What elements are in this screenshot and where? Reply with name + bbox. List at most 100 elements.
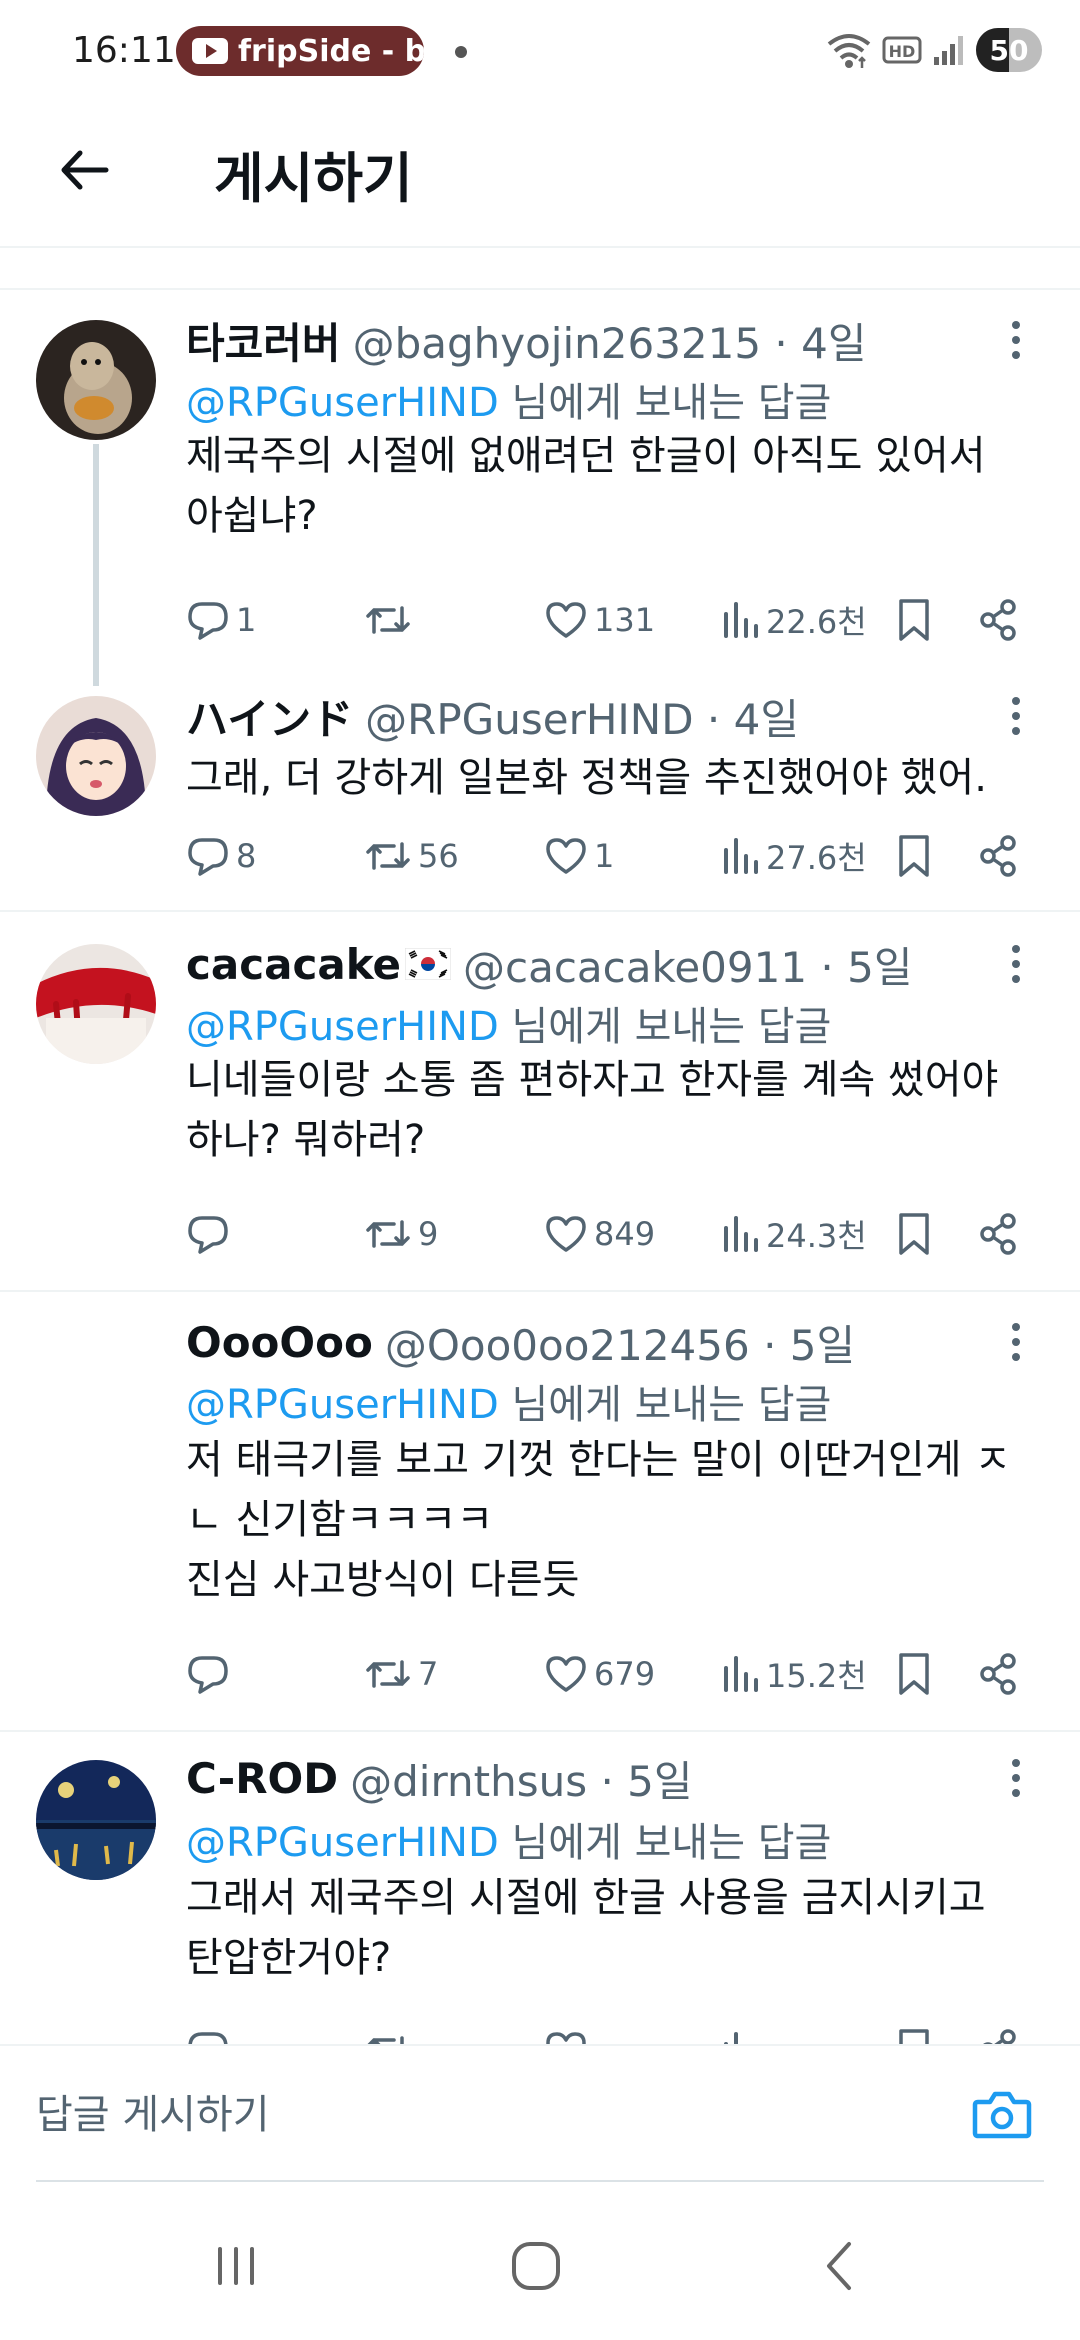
retweet-button[interactable] xyxy=(364,590,418,650)
tweet-item[interactable]: ハインド @RPGuserHIND · 4일 그래, 더 강하게 일본화 정책을… xyxy=(0,680,1080,912)
bar-chart-icon xyxy=(724,2032,738,2044)
retweets-count: 56 xyxy=(418,837,459,875)
handle-and-time: @RPGuserHIND · 4일 xyxy=(365,694,799,744)
heart-icon xyxy=(546,1656,586,1692)
reply-input[interactable]: 답글 게시하기 xyxy=(36,2082,270,2140)
mention-link[interactable]: @RPGuserHIND xyxy=(186,1382,499,1428)
retweet-button[interactable]: 56 xyxy=(364,826,459,886)
status-bar: 16:11 fripSide - b HD 50 xyxy=(0,0,1080,100)
tweet-text: 그래, 더 강하게 일본화 정책을 추진했어야 했어. xyxy=(186,755,987,801)
svg-text:HD: HD xyxy=(889,42,916,61)
bookmark-button[interactable] xyxy=(894,1204,934,1264)
share-icon xyxy=(980,1653,1016,1695)
tweet-item[interactable]: cacacake @cacacake0911 · 5일 @RPGuserHIND… xyxy=(0,914,1080,1292)
display-name[interactable]: OooOoo xyxy=(186,1318,373,1367)
share-button[interactable] xyxy=(976,2020,1020,2044)
reply-context-suffix: 님에게 보내는 답글 xyxy=(498,1004,832,1050)
thread-line xyxy=(93,444,99,686)
handle-and-time: @baghyojin263215 · 4일 xyxy=(352,318,867,368)
retweet-icon xyxy=(366,606,410,634)
bar-chart-icon xyxy=(724,1656,758,1692)
retweet-button[interactable]: 7 xyxy=(364,1644,438,1704)
display-name[interactable]: 타코러버 xyxy=(186,310,341,371)
like-button[interactable]: 679 xyxy=(544,1644,655,1704)
views-button[interactable]: 22.6천 xyxy=(720,590,867,650)
tweet-text: 저 태극기를 보고 기껏 한다는 말이 이딴거인게 ㅈ ㄴ 신기함ㅋㅋㅋㅋ 진심… xyxy=(186,1437,1012,1603)
bookmark-button[interactable] xyxy=(894,1644,934,1704)
tweet-text: 니네들이랑 소통 좀 편하자고 한자를 계속 썼어야 하나? 뭐하러? xyxy=(186,1057,999,1163)
share-button[interactable] xyxy=(976,1644,1020,1704)
replies-count: 1 xyxy=(236,601,257,639)
reply-context: @RPGuserHIND 님에게 보내는 답글 xyxy=(186,1810,831,1868)
share-button[interactable] xyxy=(976,826,1020,886)
reply-button[interactable] xyxy=(186,2020,236,2044)
views-button[interactable]: 24.3천 xyxy=(720,1204,867,1264)
avatar[interactable] xyxy=(36,696,156,816)
reply-context: @RPGuserHIND 님에게 보내는 답글 xyxy=(186,1372,831,1430)
mention-link[interactable]: @RPGuserHIND xyxy=(186,380,499,426)
chevron-left-icon xyxy=(827,2242,851,2290)
tweet-item[interactable]: 타코러버 @baghyojin263215 · 4일 @RPGuserHIND … xyxy=(0,290,1080,686)
reply-button[interactable]: 1 xyxy=(186,590,256,650)
back-nav-button[interactable] xyxy=(800,2226,880,2306)
share-button[interactable] xyxy=(976,1204,1020,1264)
status-icons: HD 50 xyxy=(826,28,1042,72)
like-button[interactable]: 131 xyxy=(544,590,655,650)
more-vertical-icon[interactable] xyxy=(996,1750,1036,1806)
signal-icon xyxy=(934,36,963,65)
page-title: 게시하기 xyxy=(214,147,413,210)
replies-count: 8 xyxy=(236,837,257,875)
views-button[interactable]: 27.6천 xyxy=(720,826,867,886)
handle-and-time: @Ooo0oo212456 · 5일 xyxy=(384,1320,856,1370)
camera-button[interactable] xyxy=(964,2076,1040,2152)
home-icon xyxy=(512,2242,560,2290)
tweet-item[interactable]: C-ROD @dirnthsus · 5일 @RPGuserHIND 님에게 보… xyxy=(0,1734,1080,2044)
like-button[interactable] xyxy=(544,2020,594,2044)
media-label: fripSide - b xyxy=(238,33,424,69)
views-button[interactable] xyxy=(720,2020,766,2044)
retweets-count: 7 xyxy=(418,1655,439,1693)
avatar[interactable] xyxy=(36,1760,156,1880)
bookmark-button[interactable] xyxy=(894,590,934,650)
bar-chart-icon xyxy=(724,838,758,874)
comment-icon xyxy=(188,1216,228,1254)
tweet-item[interactable]: OooOoo @Ooo0oo212456 · 5일 @RPGuserHIND 님… xyxy=(0,1294,1080,1732)
tweet-actions: 8 56 1 27.6천 xyxy=(186,826,1046,886)
handle-and-time: @cacacake0911 · 5일 xyxy=(463,942,913,992)
bar-chart-icon xyxy=(724,1216,758,1252)
share-button[interactable] xyxy=(976,590,1020,650)
reply-button[interactable] xyxy=(186,1644,236,1704)
tweet-header: 타코러버 @baghyojin263215 · 4일 xyxy=(186,312,990,368)
more-vertical-icon[interactable] xyxy=(996,936,1036,992)
more-vertical-icon[interactable] xyxy=(996,1314,1036,1370)
recent-apps-button[interactable] xyxy=(196,2226,276,2306)
display-name[interactable]: cacacake xyxy=(186,940,401,989)
tweet-header: cacacake @cacacake0911 · 5일 xyxy=(186,936,990,992)
display-name[interactable]: ハインド xyxy=(186,686,353,747)
like-button[interactable]: 1 xyxy=(544,826,614,886)
retweet-button[interactable]: 9 xyxy=(364,1204,438,1264)
bookmark-button[interactable] xyxy=(894,2020,934,2044)
reply-button[interactable]: 8 xyxy=(186,826,256,886)
mention-link[interactable]: @RPGuserHIND xyxy=(186,1004,499,1050)
reply-button[interactable] xyxy=(186,1204,236,1264)
display-name[interactable]: C-ROD xyxy=(186,1754,338,1803)
avatar[interactable] xyxy=(36,944,156,1064)
views-button[interactable]: 15.2천 xyxy=(720,1644,867,1704)
heart-icon xyxy=(546,1216,586,1252)
more-vertical-icon[interactable] xyxy=(996,312,1036,368)
retweet-button[interactable] xyxy=(364,2020,418,2044)
home-button[interactable] xyxy=(496,2226,576,2306)
tweet-actions: 1 131 22.6천 xyxy=(186,590,1046,650)
tweet-actions: 9 849 24.3천 xyxy=(186,1204,1046,1264)
bar-chart-icon xyxy=(724,602,758,638)
more-vertical-icon[interactable] xyxy=(996,688,1036,744)
views-count: 15.2천 xyxy=(766,1657,867,1695)
views-count: 27.6천 xyxy=(766,839,867,877)
mention-link[interactable]: @RPGuserHIND xyxy=(186,1820,499,1866)
back-button[interactable] xyxy=(44,130,124,210)
like-button[interactable]: 849 xyxy=(544,1204,655,1264)
media-notification-chip[interactable]: fripSide - b xyxy=(176,26,424,76)
avatar[interactable] xyxy=(36,320,156,440)
bookmark-button[interactable] xyxy=(894,826,934,886)
